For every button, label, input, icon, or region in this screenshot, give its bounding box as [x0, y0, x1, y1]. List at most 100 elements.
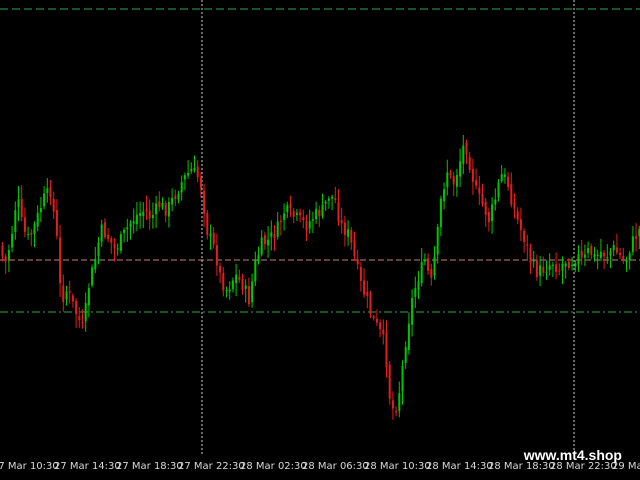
candle	[219, 262, 222, 283]
candle-body	[244, 285, 247, 289]
candle	[542, 256, 545, 277]
candle-body	[401, 365, 404, 392]
candle	[561, 256, 564, 284]
candle-body	[107, 234, 110, 239]
time-tick-label: 28 Mar 14:30	[426, 461, 493, 472]
candle-body	[577, 253, 580, 265]
candle-body	[87, 287, 90, 306]
candle	[123, 227, 126, 243]
candle-body	[340, 220, 343, 224]
candle	[337, 188, 340, 226]
candle	[628, 250, 631, 270]
candle	[17, 185, 20, 222]
candle-body	[462, 145, 465, 164]
candle-body	[398, 393, 401, 412]
candle-body	[324, 201, 327, 204]
candle	[263, 232, 266, 250]
candle-body	[228, 289, 231, 292]
candle-body	[350, 230, 353, 243]
candle	[423, 253, 426, 266]
candle	[270, 220, 273, 251]
candle	[289, 195, 292, 217]
candle-body	[238, 276, 241, 280]
candle	[363, 268, 366, 298]
candle-body	[331, 196, 334, 199]
candle	[558, 263, 561, 276]
candle-body	[65, 291, 68, 300]
candle	[203, 184, 206, 228]
candle	[254, 251, 257, 287]
candle-body	[302, 217, 305, 221]
candle	[180, 175, 183, 201]
candle	[36, 205, 39, 232]
candle	[353, 231, 356, 262]
candle	[14, 201, 17, 240]
candle-body	[414, 288, 417, 297]
candle-body	[567, 261, 570, 268]
candle	[385, 320, 388, 378]
candle-body	[529, 247, 532, 263]
candle	[612, 240, 615, 257]
candle	[516, 207, 519, 224]
candle	[615, 233, 618, 255]
candle-body	[84, 303, 87, 322]
candle-body	[513, 202, 516, 209]
candle	[295, 209, 298, 221]
candle	[238, 269, 241, 283]
candle	[279, 215, 282, 236]
candle	[347, 220, 350, 246]
candle-body	[484, 201, 487, 216]
candle-body	[273, 233, 276, 239]
candle-body	[558, 270, 561, 272]
candle-body	[241, 278, 244, 290]
candle	[635, 222, 638, 252]
candle-body	[487, 212, 490, 223]
candle	[78, 307, 81, 328]
candle	[247, 277, 250, 307]
candle-body	[219, 266, 222, 273]
candle-body	[158, 201, 161, 208]
candle	[577, 245, 580, 272]
candle-body	[455, 174, 458, 187]
time-tick-label: 28 Mar 02:30	[240, 461, 307, 472]
candle-body	[599, 251, 602, 258]
candle	[107, 227, 110, 243]
candle-body	[609, 251, 612, 256]
candle-body	[507, 176, 510, 187]
candle	[599, 238, 602, 262]
price-chart[interactable]	[0, 0, 640, 480]
candle	[228, 281, 231, 300]
candle	[475, 168, 478, 190]
candle	[23, 207, 26, 238]
candle	[276, 212, 279, 240]
candle	[372, 314, 375, 321]
candle	[631, 226, 634, 256]
candle	[350, 226, 353, 250]
candle-body	[551, 264, 554, 266]
candle-body	[631, 236, 634, 252]
candle	[356, 249, 359, 270]
candle	[87, 283, 90, 318]
candle-body	[391, 400, 394, 409]
candle-body	[14, 210, 17, 232]
candle-body	[78, 316, 81, 321]
candle	[183, 172, 186, 191]
candle	[411, 289, 414, 337]
candle-body	[635, 236, 638, 239]
chart-window[interactable]: 27 Mar 10:3027 Mar 14:3027 Mar 18:3027 M…	[0, 0, 640, 480]
candle-body	[545, 271, 548, 273]
candle-body	[417, 281, 420, 290]
candle-body	[263, 235, 266, 245]
candle-body	[270, 232, 273, 237]
candle-body	[471, 168, 474, 182]
candle	[257, 246, 260, 265]
candle-body	[180, 182, 183, 193]
candle	[369, 290, 372, 319]
candle	[311, 211, 314, 234]
candle	[59, 225, 62, 297]
candle	[49, 179, 52, 205]
candle	[151, 202, 154, 229]
candle	[619, 247, 622, 259]
candle-body	[62, 285, 65, 303]
candle	[545, 260, 548, 280]
